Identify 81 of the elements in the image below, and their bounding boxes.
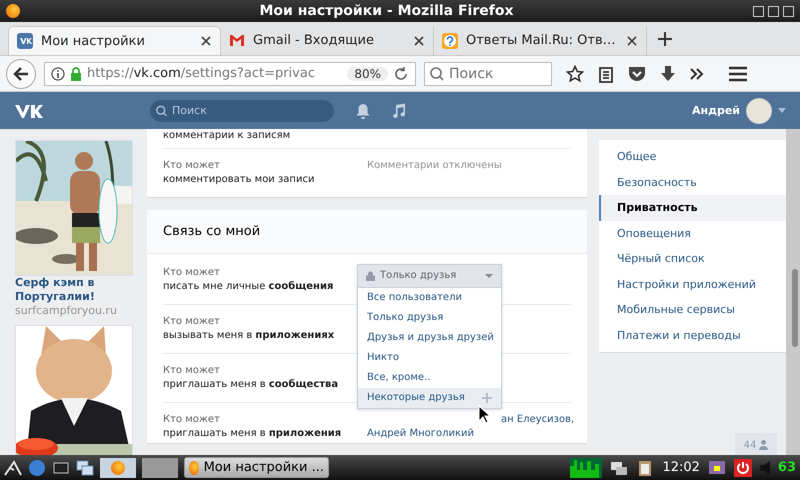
search-field[interactable]: Поиск bbox=[150, 100, 334, 122]
setting-label: комментировать мои записи bbox=[163, 173, 316, 187]
menu-item[interactable]: Безопасность bbox=[599, 170, 786, 195]
browser-tab[interactable]: Gmail - Входящие bbox=[221, 26, 434, 55]
menu-item[interactable]: Общее bbox=[599, 144, 786, 170]
info-icon[interactable] bbox=[51, 66, 65, 80]
ad-title[interactable]: Серф кэмп в Португалии! bbox=[15, 276, 145, 304]
clipboard-icon[interactable] bbox=[598, 64, 614, 82]
avatar[interactable] bbox=[746, 98, 772, 124]
lock-screen-icon[interactable] bbox=[708, 458, 726, 476]
globe-icon[interactable] bbox=[28, 458, 46, 476]
close-icon[interactable] bbox=[200, 35, 212, 47]
menu-item[interactable]: Настройки приложений bbox=[599, 272, 786, 297]
start-menu-icon[interactable] bbox=[4, 458, 22, 476]
user-name[interactable]: Андрей bbox=[692, 104, 740, 117]
dropdown-option[interactable]: Все, кроме.. bbox=[358, 368, 501, 388]
music-note-icon[interactable] bbox=[392, 102, 406, 118]
vk-icon bbox=[17, 33, 33, 49]
setting-question: Кто может bbox=[163, 159, 221, 173]
search-field[interactable]: Поиск bbox=[424, 62, 552, 86]
search-icon bbox=[156, 105, 167, 116]
maximize-icon[interactable] bbox=[768, 6, 779, 16]
setting-value[interactable]: ан Елеусизов, bbox=[367, 413, 571, 427]
setting-question: Кто может bbox=[163, 315, 221, 329]
setting-label: приглашать меня в сообщества bbox=[163, 378, 340, 392]
setting-question: Кто может bbox=[163, 413, 221, 427]
lock-icon bbox=[366, 271, 375, 281]
menu-item[interactable]: Чёрный список bbox=[599, 246, 786, 272]
close-icon[interactable] bbox=[626, 34, 638, 46]
close-icon[interactable] bbox=[413, 34, 425, 46]
power-icon[interactable] bbox=[734, 458, 752, 476]
back-arrow-icon bbox=[13, 66, 29, 80]
menu-item[interactable]: Платежи и переводы bbox=[599, 322, 786, 348]
back-button[interactable] bbox=[6, 58, 36, 88]
menu-icon[interactable] bbox=[728, 66, 748, 82]
pocket-icon[interactable] bbox=[628, 66, 646, 82]
caret-icon[interactable] bbox=[778, 108, 786, 113]
taskbar-slot[interactable] bbox=[142, 458, 178, 478]
setting-value: Комментарии отключены bbox=[367, 160, 502, 171]
setting-label: приглашать меня в приложения bbox=[163, 427, 342, 441]
overflow-icon[interactable] bbox=[690, 68, 704, 80]
zoom-badge[interactable]: 80% bbox=[347, 66, 388, 80]
section-title: Связь со мной bbox=[163, 224, 260, 239]
bell-icon[interactable] bbox=[356, 102, 370, 118]
minimize-icon[interactable] bbox=[753, 6, 764, 16]
menu-item[interactable]: Приватность bbox=[599, 195, 786, 220]
menu-item[interactable]: Мобильные сервисы bbox=[599, 297, 786, 322]
taskbar-window-button[interactable]: Мои настройки ... bbox=[184, 457, 329, 478]
vk-logo[interactable] bbox=[14, 102, 44, 118]
browser-tab[interactable]: Мои настройки bbox=[8, 26, 221, 55]
firefox-icon bbox=[6, 4, 20, 18]
browser-tab[interactable]: Ответы Mail.Ru: Отв… bbox=[434, 26, 647, 55]
setting-question: Кто может bbox=[163, 266, 221, 280]
setting-label: комментарии к записям bbox=[163, 130, 290, 141]
dropdown-option[interactable]: Никто bbox=[358, 348, 501, 368]
envelope-icon bbox=[229, 34, 245, 47]
star-icon[interactable] bbox=[566, 64, 584, 82]
dropdown-field[interactable]: Только друзья bbox=[358, 265, 501, 288]
lock-icon bbox=[70, 66, 82, 80]
dropdown-option[interactable]: Только друзья bbox=[358, 308, 501, 328]
download-icon[interactable] bbox=[660, 64, 676, 82]
setting-value[interactable]: Андрей Многоликий bbox=[367, 427, 571, 441]
dropdown-option[interactable]: Все пользователи bbox=[358, 288, 501, 308]
menu-item[interactable]: Оповещения bbox=[599, 220, 786, 246]
search-icon bbox=[430, 66, 444, 80]
address-field[interactable]: https://vk.com/settings?act=privac 80% bbox=[44, 62, 416, 86]
dropdown-option[interactable]: Некоторые друзья bbox=[358, 388, 501, 408]
firefox-launcher[interactable] bbox=[100, 458, 136, 478]
setting-label: вызывать меня в приложениях bbox=[163, 329, 336, 343]
cpu-graph bbox=[570, 458, 602, 478]
caret-icon bbox=[485, 274, 493, 278]
battery-level: 63 bbox=[778, 460, 796, 475]
question-icon bbox=[442, 32, 458, 48]
setting-question: Кто может bbox=[163, 364, 221, 378]
windows-icon[interactable] bbox=[76, 458, 94, 476]
reload-icon[interactable] bbox=[393, 66, 409, 82]
clock[interactable]: 12:02 bbox=[662, 460, 700, 475]
window-title: Мои настройки - Mozilla Firefox bbox=[258, 3, 514, 19]
scrollbar-thumb[interactable] bbox=[792, 269, 798, 347]
setting-label: писать мне личные сообщения bbox=[163, 280, 334, 294]
dropdown-option[interactable]: Друзья и друзья друзей bbox=[358, 328, 501, 348]
